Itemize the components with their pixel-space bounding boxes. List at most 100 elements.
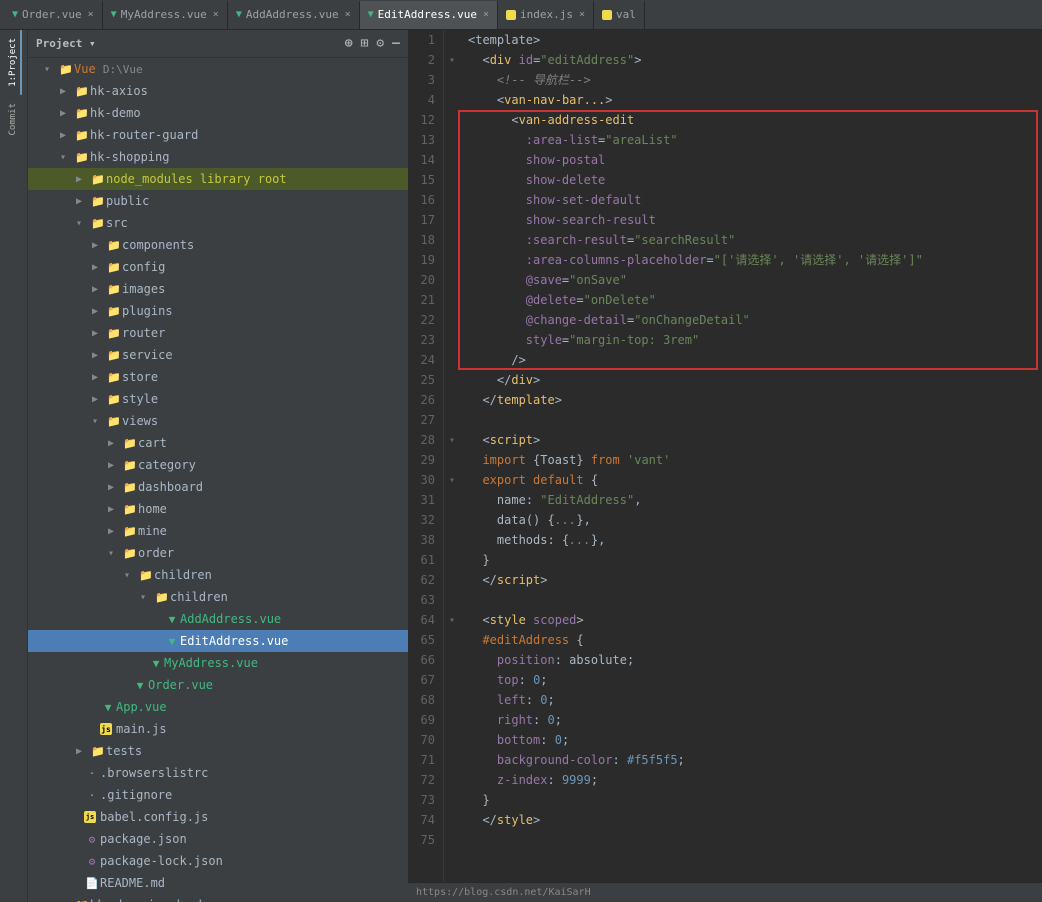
tree-item-category[interactable]: ▶ 📁 category xyxy=(28,454,408,476)
code-line: :search-result="searchResult" xyxy=(468,230,1042,250)
code-line: } xyxy=(468,550,1042,570)
tree-item-package-json[interactable]: ⚙ package.json xyxy=(28,828,408,850)
tab-close-icon[interactable]: × xyxy=(579,9,585,20)
code-line: data() {...}, xyxy=(468,510,1042,530)
tree-item-dashboard[interactable]: ▶ 📁 dashboard xyxy=(28,476,408,498)
tree-item-home[interactable]: ▶ 📁 home xyxy=(28,498,408,520)
tree-item-addaddress[interactable]: ▼ AddAddress.vue xyxy=(28,608,408,630)
tree-label: AddAddress.vue xyxy=(180,612,408,626)
fold-arrow[interactable]: ▾ xyxy=(444,430,460,450)
tree-item-children-6[interactable]: ▾ 📁 children xyxy=(28,586,408,608)
vtab-commit[interactable]: Commit xyxy=(6,95,22,144)
code-line: bottom: 0; xyxy=(468,730,1042,750)
tab-val-js[interactable]: val xyxy=(594,1,645,29)
tree-item-service[interactable]: ▶ 📁 service xyxy=(28,344,408,366)
tab-label: Order.vue xyxy=(22,8,82,21)
tree-item-components[interactable]: ▶ 📁 components xyxy=(28,234,408,256)
tree-item-order[interactable]: ▾ 📁 order xyxy=(28,542,408,564)
tree-item-config[interactable]: ▶ 📁 config xyxy=(28,256,408,278)
tree-item-hk-demo[interactable]: ▶ 📁 hk-demo xyxy=(28,102,408,124)
code-line: right: 0; xyxy=(468,710,1042,730)
fold-arrow[interactable]: ▾ xyxy=(444,50,460,70)
code-line: </template> xyxy=(468,390,1042,410)
sidebar-icon-close[interactable]: – xyxy=(392,36,400,51)
tab-close-icon[interactable]: × xyxy=(483,9,489,20)
tree-item-editaddress[interactable]: ▼ EditAddress.vue xyxy=(28,630,408,652)
tree-item-babel-config[interactable]: js babel.config.js xyxy=(28,806,408,828)
tree-label: src xyxy=(106,216,408,230)
tree-item-readme[interactable]: 📄 README.md xyxy=(28,872,408,894)
code-line: :area-list="areaList" xyxy=(468,130,1042,150)
code-line: import {Toast} from 'vant' xyxy=(468,450,1042,470)
line-numbers: 1234121314151617181920212223242526272829… xyxy=(408,30,444,882)
tree-item-children-5[interactable]: ▾ 📁 children xyxy=(28,564,408,586)
vtab-project[interactable]: 1:Project xyxy=(6,30,22,95)
sidebar-icon-gear[interactable]: ⚙ xyxy=(376,36,384,51)
tree-item-gitignore[interactable]: · .gitignore xyxy=(28,784,408,806)
tree-item-mine[interactable]: ▶ 📁 mine xyxy=(28,520,408,542)
code-line xyxy=(468,830,1042,850)
tree-item-hk-shopping[interactable]: ▾ 📁 hk-shopping xyxy=(28,146,408,168)
code-line: @delete="onDelete" xyxy=(468,290,1042,310)
code-line xyxy=(468,410,1042,430)
tree-item-cart[interactable]: ▶ 📁 cart xyxy=(28,432,408,454)
tab-addaddress-vue[interactable]: ▼ AddAddress.vue × xyxy=(228,1,360,29)
tree-label: children xyxy=(170,590,408,604)
code-line: @change-detail="onChangeDetail" xyxy=(468,310,1042,330)
tree-item-myaddress[interactable]: ▼ MyAddress.vue xyxy=(28,652,408,674)
tree-item-views[interactable]: ▾ 📁 views xyxy=(28,410,408,432)
code-area[interactable]: <template> <div id="editAddress"> <!-- 导… xyxy=(460,30,1042,882)
tree-label: MyAddress.vue xyxy=(164,656,408,670)
tab-close-icon[interactable]: × xyxy=(345,9,351,20)
code-line: </script> xyxy=(468,570,1042,590)
tab-label: val xyxy=(616,8,636,21)
tree-item-main-js[interactable]: js main.js xyxy=(28,718,408,740)
tab-close-icon[interactable]: × xyxy=(213,9,219,20)
tab-index-js[interactable]: index.js × xyxy=(498,1,594,29)
tree-item-plugins[interactable]: ▶ 📁 plugins xyxy=(28,300,408,322)
tree-item-app-vue[interactable]: ▼ App.vue xyxy=(28,696,408,718)
tree-item-vue[interactable]: ▾ 📁 Vue D:\Vue xyxy=(28,58,408,80)
tree-label: node_modules library root xyxy=(106,172,408,186)
tree-label: Vue D:\Vue xyxy=(74,62,408,76)
code-line xyxy=(468,590,1042,610)
code-line: show-search-result xyxy=(468,210,1042,230)
tree-label: README.md xyxy=(100,876,408,890)
tab-order-vue[interactable]: ▼ Order.vue × xyxy=(4,1,103,29)
tree-item-order-vue[interactable]: ▼ Order.vue xyxy=(28,674,408,696)
tree-item-package-lock[interactable]: ⚙ package-lock.json xyxy=(28,850,408,872)
tree-label: service xyxy=(122,348,408,362)
sidebar-icon-layout[interactable]: ⊞ xyxy=(361,36,369,51)
tab-myaddress-vue[interactable]: ▼ MyAddress.vue × xyxy=(103,1,228,29)
tab-label: MyAddress.vue xyxy=(121,8,207,21)
tree-item-hk-router-guard[interactable]: ▶ 📁 hk-router-guard xyxy=(28,124,408,146)
tree-item-hk-axios[interactable]: ▶ 📁 hk-axios xyxy=(28,80,408,102)
sidebar-title: Project ▾ xyxy=(36,37,96,50)
tree-label: hk-shopping xyxy=(90,150,408,164)
editor-content[interactable]: 1234121314151617181920212223242526272829… xyxy=(408,30,1042,882)
code-line: } xyxy=(468,790,1042,810)
tree-item-src[interactable]: ▾ 📁 src xyxy=(28,212,408,234)
tree-label: cart xyxy=(138,436,408,450)
sidebar-icon-add[interactable]: ⊕ xyxy=(345,36,353,51)
fold-arrow[interactable]: ▾ xyxy=(444,610,460,630)
tab-close-icon[interactable]: × xyxy=(88,9,94,20)
tree-item-router[interactable]: ▶ 📁 router xyxy=(28,322,408,344)
code-line: <div id="editAddress"> xyxy=(468,50,1042,70)
code-line: background-color: #f5f5f5; xyxy=(468,750,1042,770)
tree-label: router xyxy=(122,326,408,340)
tree-item-style[interactable]: ▶ 📁 style xyxy=(28,388,408,410)
tree-item-hk-shopping-backup[interactable]: ▶ 📁 hk-shopping-backup xyxy=(28,894,408,902)
tree-item-public[interactable]: ▶ 📁 public xyxy=(28,190,408,212)
tree-label: main.js xyxy=(116,722,408,736)
tab-editaddress-vue[interactable]: ▼ EditAddress.vue × xyxy=(360,1,498,29)
tree-label: plugins xyxy=(122,304,408,318)
fold-arrow[interactable]: ▾ xyxy=(444,470,460,490)
tree-item-node-modules[interactable]: ▶ 📁 node_modules library root xyxy=(28,168,408,190)
tree-item-browserslistrc[interactable]: · .browserslistrc xyxy=(28,762,408,784)
sidebar: Project ▾ ⊕ ⊞ ⚙ – ▾ 📁 Vue D:\Vue xyxy=(28,30,408,902)
tree-item-images[interactable]: ▶ 📁 images xyxy=(28,278,408,300)
tree-label: mine xyxy=(138,524,408,538)
tree-item-tests[interactable]: ▶ 📁 tests xyxy=(28,740,408,762)
tree-item-store[interactable]: ▶ 📁 store xyxy=(28,366,408,388)
